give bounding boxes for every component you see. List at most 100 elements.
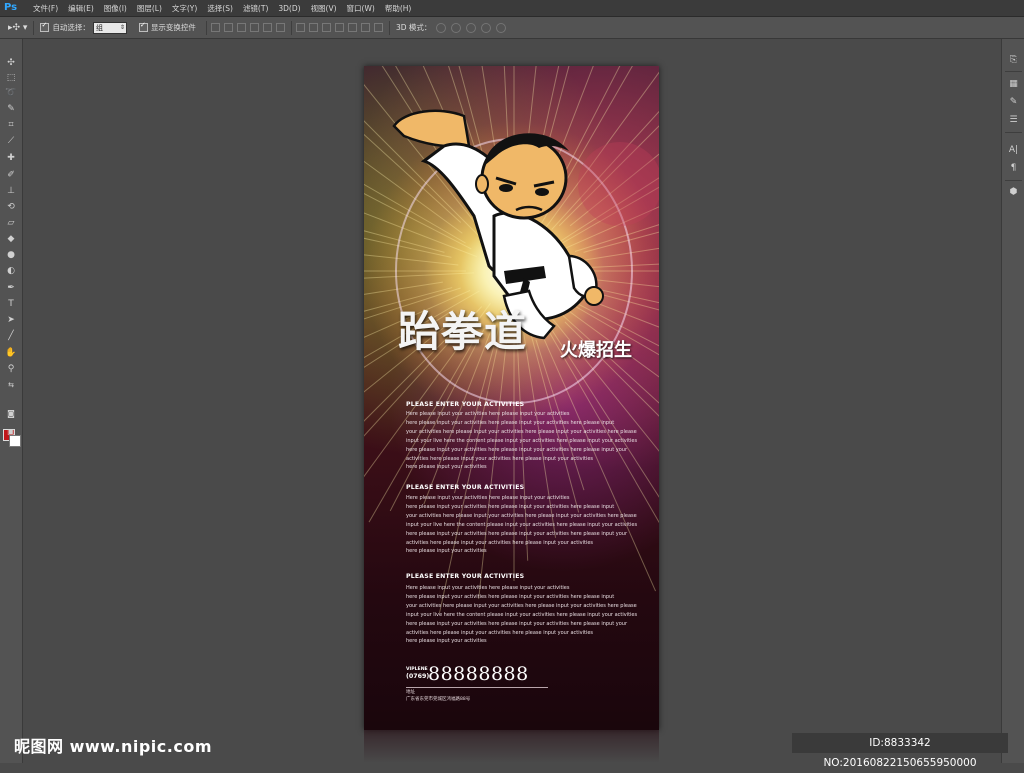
distribute-bottom-icon[interactable] xyxy=(321,23,331,32)
menu-select[interactable]: 选择(S) xyxy=(202,3,238,14)
rotate-3d-icon[interactable] xyxy=(436,22,447,33)
blur-icon[interactable]: ● xyxy=(4,249,18,262)
panel-dock: ⎘ ▦ ✎ ☰ A| ¶ ⬢ xyxy=(1001,39,1024,763)
auto-align-icon[interactable] xyxy=(373,23,383,32)
menu-filter[interactable]: 滤镜(T) xyxy=(238,3,273,14)
menu-3d[interactable]: 3D(D) xyxy=(273,4,305,13)
poster-title: 跆拳道 xyxy=(398,307,528,356)
stamp-icon[interactable]: ⊥ xyxy=(4,185,18,198)
section-text-line: here please input your activities xyxy=(406,638,487,644)
menu-layer[interactable]: 图层(L) xyxy=(132,3,167,14)
character-icon[interactable]: A| xyxy=(1006,143,1021,157)
quick-mask-icon[interactable]: ◙ xyxy=(4,407,18,420)
menu-window[interactable]: 窗口(W) xyxy=(342,3,380,14)
divider xyxy=(1005,71,1022,72)
auto-select-checkbox[interactable]: 自动选择： 组 xyxy=(40,21,127,34)
section-text-line: your activities here please input your a… xyxy=(406,513,637,519)
shape-icon[interactable]: ╱ xyxy=(4,330,18,343)
lasso-icon[interactable]: ➰ xyxy=(4,87,18,100)
align-bottom-icon[interactable] xyxy=(236,23,246,32)
section-text-line: here please input your activities here p… xyxy=(406,531,628,537)
address-text: 广东省东莞市莞城区鸿福路88号 xyxy=(406,697,471,702)
canvas-reflection xyxy=(364,730,659,763)
tools-panel: ✣ ⬚ ➰ ✎ ⌗ ⟋ ✚ ✐ ⊥ ⟲ ▱ ◆ ● ◐ ✒ T ➤ ╱ ✋ ⚲ … xyxy=(0,39,23,763)
move-icon[interactable]: ✣ xyxy=(4,57,18,70)
distribute-vcenter-icon[interactable] xyxy=(308,23,318,32)
slide-3d-icon[interactable] xyxy=(481,22,492,33)
screen-mode-icon[interactable]: ▣ xyxy=(4,425,18,438)
zoom-icon[interactable]: ⚲ xyxy=(4,363,18,376)
section-text-line: Here please input your activities here p… xyxy=(406,495,570,501)
section-text-line: Here please input your activities here p… xyxy=(406,411,570,417)
section-text-line: activities here please input your activi… xyxy=(406,540,594,546)
marquee-icon[interactable]: ⬚ xyxy=(4,72,18,85)
adjustments-icon[interactable]: ▦ xyxy=(1006,77,1021,91)
section-text-line: your activities here please input your a… xyxy=(406,429,637,435)
healing-icon[interactable]: ✚ xyxy=(4,152,18,165)
align-left-icon[interactable] xyxy=(249,23,259,32)
align-right-icon[interactable] xyxy=(275,23,285,32)
section-text-line: input your live here the content please … xyxy=(406,438,638,444)
address-label: 地址 xyxy=(406,690,415,695)
quick-select-icon[interactable]: ✎ xyxy=(4,103,18,116)
section-text-line: here please input your activities xyxy=(406,464,487,470)
poster-subtitle: 火爆招生 xyxy=(560,340,632,361)
section-heading: PLEASE ENTER YOUR ACTIVITIES xyxy=(406,484,525,491)
nipic-watermark-logo: 昵图网 www.nipic.com xyxy=(14,737,212,756)
move-tool-preset-icon[interactable]: ▸✣ ▾ xyxy=(8,23,27,33)
history-icon[interactable]: ⎘ xyxy=(1006,53,1021,67)
menu-bar: Ps 文件(F) 编辑(E) 图像(I) 图层(L) 文字(Y) 选择(S) 滤… xyxy=(0,0,1024,17)
divider xyxy=(406,687,548,688)
brushes-icon[interactable]: ✎ xyxy=(1006,95,1021,109)
menu-view[interactable]: 视图(V) xyxy=(306,3,342,14)
nipic-watermark-id: ID:8833342 NO:20160822150655950000 xyxy=(792,733,1008,769)
3d-icon[interactable]: ⬢ xyxy=(1006,185,1021,199)
section-text-line: here please input your activities xyxy=(406,548,487,554)
dodge-icon[interactable]: ◐ xyxy=(4,265,18,278)
section-text-line: here please input your activities here p… xyxy=(406,594,615,600)
distribute-left-icon[interactable] xyxy=(334,23,344,32)
align-vcenter-icon[interactable] xyxy=(223,23,233,32)
document-canvas[interactable]: 跆拳道 火爆招生 PLEASE ENTER YOUR ACTIVITIES He… xyxy=(364,66,659,730)
show-transform-checkbox[interactable]: 显示变换控件 xyxy=(138,21,196,33)
paint-bucket-icon[interactable]: ◆ xyxy=(4,233,18,246)
menu-file[interactable]: 文件(F) xyxy=(28,3,63,14)
paragraph-icon[interactable]: ¶ xyxy=(1006,161,1021,175)
eyedropper-icon[interactable]: ⟋ xyxy=(4,135,18,148)
drag-3d-icon[interactable] xyxy=(466,22,477,33)
roll-3d-icon[interactable] xyxy=(451,22,462,33)
path-select-icon[interactable]: ➤ xyxy=(4,314,18,327)
divider xyxy=(388,20,390,35)
phone-number: 88888888 xyxy=(428,663,529,685)
align-hcenter-icon[interactable] xyxy=(262,23,272,32)
distribute-top-icon[interactable] xyxy=(295,23,305,32)
hand-icon[interactable]: ✋ xyxy=(4,347,18,360)
section-text-line: here please input your activities here p… xyxy=(406,447,628,453)
crop-icon[interactable]: ⌗ xyxy=(4,119,18,132)
area-code: (0769) xyxy=(406,673,430,680)
section-heading: PLEASE ENTER YOUR ACTIVITIES xyxy=(406,401,525,408)
eraser-icon[interactable]: ▱ xyxy=(4,217,18,230)
menu-type[interactable]: 文字(Y) xyxy=(167,3,202,14)
show-transform-label: 显示变换控件 xyxy=(150,23,196,32)
section-text-line: activities here please input your activi… xyxy=(406,630,594,636)
type-icon[interactable]: T xyxy=(4,298,18,311)
history-brush-icon[interactable]: ⟲ xyxy=(4,201,18,214)
sliders-icon[interactable]: ☰ xyxy=(1006,113,1021,127)
auto-select-label: 自动选择： xyxy=(52,23,90,32)
vip-hotline-label: VIPLENE xyxy=(406,667,428,672)
divider xyxy=(290,20,292,35)
scale-3d-icon[interactable] xyxy=(496,22,507,33)
swap-colors-icon[interactable]: ⇆ xyxy=(4,379,18,392)
photoshop-logo: Ps xyxy=(4,2,18,13)
distribute-hcenter-icon[interactable] xyxy=(347,23,357,32)
pen-icon[interactable]: ✒ xyxy=(4,282,18,295)
distribute-right-icon[interactable] xyxy=(360,23,370,32)
menu-help[interactable]: 帮助(H) xyxy=(380,3,417,14)
menu-image[interactable]: 图像(I) xyxy=(99,3,132,14)
auto-select-dropdown[interactable]: 组 xyxy=(92,21,127,34)
divider xyxy=(205,20,207,35)
menu-edit[interactable]: 编辑(E) xyxy=(63,3,99,14)
brush-icon[interactable]: ✐ xyxy=(4,169,18,182)
align-top-icon[interactable] xyxy=(210,23,220,32)
